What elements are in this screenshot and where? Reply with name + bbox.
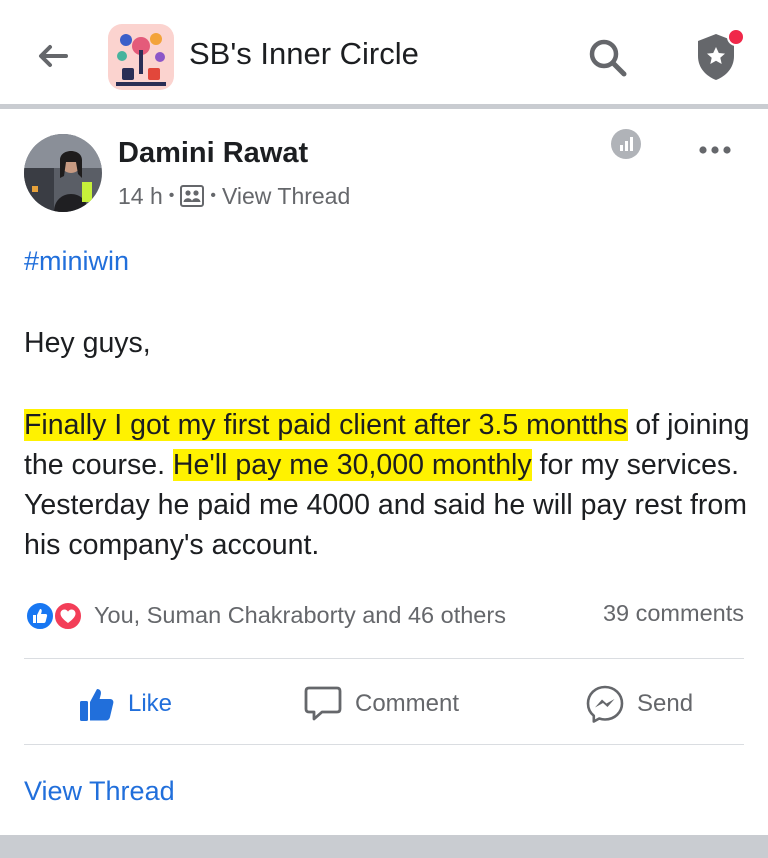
meta-separator-2: • [210, 187, 216, 204]
meta-separator: • [168, 187, 175, 204]
thumbs-up-icon [80, 689, 114, 721]
search-icon[interactable] [584, 34, 632, 82]
post-time[interactable]: 14 h [118, 183, 163, 210]
reactions-summary[interactable]: You, Suman Chakraborty and 46 others [24, 600, 506, 631]
highlighted-text-1: Finally I got my first paid client after… [24, 409, 628, 441]
header-divider [0, 104, 768, 109]
actions-divider-bottom [24, 744, 744, 745]
post-separator-bar [0, 835, 768, 858]
post-paragraph: Finally I got my first paid client after… [24, 405, 754, 565]
author-avatar[interactable] [24, 134, 102, 212]
group-title[interactable]: SB's Inner Circle [189, 36, 419, 72]
like-button[interactable]: Like [78, 682, 172, 726]
view-thread-footer-link[interactable]: View Thread [24, 776, 175, 807]
send-label: Send [637, 690, 694, 717]
comment-bubble-icon [304, 686, 342, 721]
love-reaction-icon [53, 601, 83, 631]
messenger-icon [586, 685, 624, 723]
more-options-icon[interactable] [697, 138, 733, 162]
comment-button[interactable]: Comment [303, 682, 459, 726]
send-button[interactable]: Send [585, 682, 693, 726]
post-greeting: Hey guys, [24, 327, 151, 359]
highlighted-text-2: He'll pay me 30,000 monthly [172, 449, 532, 481]
comment-label: Comment [355, 690, 460, 717]
like-label: Like [128, 690, 173, 717]
notification-dot [727, 28, 745, 46]
top-bar: SB's Inner Circle [0, 0, 768, 106]
actions-divider-top [24, 658, 744, 659]
comments-count[interactable]: 39 comments [603, 600, 744, 627]
post-meta: 14 h • • View Thread [118, 182, 350, 210]
back-arrow-icon[interactable] [32, 36, 72, 76]
group-members-icon [180, 185, 205, 207]
insights-icon[interactable] [610, 128, 642, 160]
group-avatar[interactable] [108, 24, 174, 90]
view-thread-link[interactable]: View Thread [222, 183, 350, 210]
reactions-text[interactable]: You, Suman Chakraborty and 46 others [94, 602, 506, 629]
reaction-icons [24, 600, 90, 631]
hashtag[interactable]: #miniwin [24, 246, 129, 277]
author-name[interactable]: Damini Rawat [118, 137, 308, 170]
post-body: Hey guys, Finally I got my first paid cl… [24, 323, 754, 565]
